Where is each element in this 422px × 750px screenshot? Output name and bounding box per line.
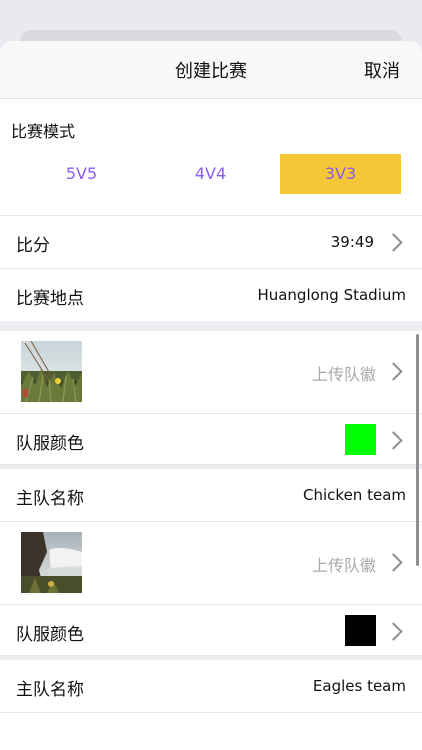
team1-name-label: 主队名称 bbox=[16, 489, 84, 509]
nav-bar: 创建比赛 取消 bbox=[0, 41, 422, 99]
team1-name-row[interactable]: 主队名称 Chicken team bbox=[0, 469, 422, 522]
section-divider bbox=[0, 321, 422, 331]
mode-option-5v5[interactable]: 5V5 bbox=[21, 154, 142, 194]
create-match-sheet: 创建比赛 取消 比赛模式 5V5 4V4 3V3 比分 39:49 比赛地点 H… bbox=[0, 41, 422, 750]
team1-jersey-swatch bbox=[345, 424, 376, 455]
scrollbar[interactable] bbox=[416, 334, 419, 566]
page-title: 创建比赛 bbox=[175, 61, 247, 82]
team2-jersey-row[interactable]: 队服颜色 bbox=[0, 605, 422, 656]
team1-jersey-label: 队服颜色 bbox=[16, 434, 84, 454]
team2-name-row[interactable]: 主队名称 Eagles team bbox=[0, 660, 422, 713]
team2-logo-image[interactable] bbox=[21, 532, 82, 593]
team2-jersey-label: 队服颜色 bbox=[16, 625, 84, 645]
chevron-right-icon bbox=[384, 362, 403, 381]
match-mode-label: 比赛模式 bbox=[11, 122, 76, 141]
mode-option-4v4[interactable]: 4V4 bbox=[150, 154, 271, 194]
chevron-right-icon bbox=[384, 553, 403, 572]
team1-jersey-row[interactable]: 队服颜色 bbox=[0, 414, 422, 465]
mode-option-3v3[interactable]: 3V3 bbox=[280, 154, 401, 194]
score-label: 比分 bbox=[16, 236, 50, 256]
team2-jersey-swatch bbox=[345, 615, 376, 646]
match-mode-section: 比赛模式 5V5 4V4 3V3 bbox=[0, 99, 422, 216]
team2-logo-row[interactable]: 上传队徽 bbox=[0, 522, 422, 605]
chevron-right-icon bbox=[384, 431, 403, 450]
team1-logo-row[interactable]: 上传队徽 bbox=[0, 331, 422, 414]
team2-name-value[interactable]: Eagles team bbox=[313, 677, 406, 695]
venue-label: 比赛地点 bbox=[16, 289, 84, 309]
venue-row[interactable]: 比赛地点 Huanglong Stadium bbox=[0, 269, 422, 321]
team2-upload-text: 上传队徽 bbox=[311, 556, 376, 575]
chevron-right-icon bbox=[384, 233, 403, 252]
score-value: 39:49 bbox=[330, 233, 374, 251]
team1-upload-text: 上传队徽 bbox=[311, 365, 376, 384]
team1-name-value[interactable]: Chicken team bbox=[303, 486, 406, 504]
team2-name-label: 主队名称 bbox=[16, 680, 84, 700]
venue-value: Huanglong Stadium bbox=[257, 286, 406, 304]
chevron-right-icon bbox=[384, 622, 403, 641]
cancel-button[interactable]: 取消 bbox=[364, 57, 400, 83]
team1-logo-image[interactable] bbox=[21, 341, 82, 402]
screen: 创建比赛 取消 比赛模式 5V5 4V4 3V3 比分 39:49 比赛地点 H… bbox=[0, 0, 422, 750]
score-row[interactable]: 比分 39:49 bbox=[0, 216, 422, 269]
